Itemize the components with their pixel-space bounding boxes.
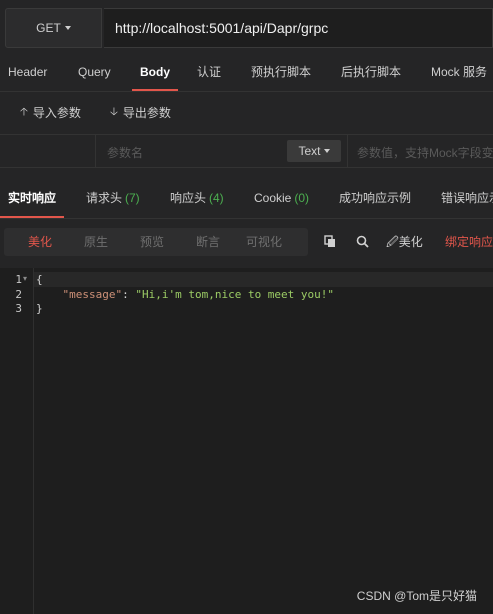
method-label: GET	[36, 21, 61, 35]
tab-request-headers[interactable]: 请求头 (7)	[86, 180, 140, 218]
close-brace: }	[36, 302, 43, 315]
param-row: 参数名 Text 参数值，支持Mock字段变	[0, 134, 493, 168]
view-raw[interactable]: 原生	[84, 228, 108, 256]
url-input[interactable]: http://localhost:5001/api/Dapr/grpc	[104, 8, 493, 48]
param-type-select[interactable]: Text	[287, 140, 341, 162]
response-editor[interactable]: 1 ▾ 2 3 { "message": "Hi,i'm tom,nice to…	[0, 268, 493, 614]
beautify-button[interactable]: 🖉美化	[386, 228, 423, 256]
arrow-down-icon: 🡣	[110, 105, 118, 118]
tab-response-headers[interactable]: 响应头 (4)	[170, 180, 224, 218]
chevron-down-icon	[64, 26, 71, 30]
magic-wand-icon: 🖉	[386, 235, 399, 249]
tab-label: 响应头	[170, 191, 207, 205]
arrow-up-icon: 🡡	[20, 105, 28, 118]
tab-error-example[interactable]: 错误响应示	[441, 180, 493, 218]
view-assert[interactable]: 断言	[196, 228, 220, 256]
code-line: }	[36, 302, 43, 315]
tab-body[interactable]: Body	[132, 56, 178, 91]
line-number: 3	[15, 302, 22, 315]
param-type-label: Text	[298, 144, 321, 158]
count-badge: (4)	[209, 191, 224, 205]
param-enable-cell	[0, 135, 96, 167]
code-line: {	[36, 273, 43, 286]
copy-icon[interactable]	[324, 228, 337, 256]
view-visualize[interactable]: 可视化	[246, 228, 282, 256]
json-colon: :	[122, 288, 136, 301]
count-badge: (7)	[125, 191, 140, 205]
tab-success-example[interactable]: 成功响应示例	[339, 180, 411, 218]
tab-query[interactable]: Query	[78, 56, 111, 91]
beautify-label: 美化	[398, 235, 423, 249]
body-toolbar: 🡡 导入参数 🡣 导出参数	[0, 92, 493, 134]
chevron-down-icon	[323, 149, 330, 153]
tab-post-script[interactable]: 后执行脚本	[341, 56, 401, 91]
tab-label: Cookie	[254, 191, 292, 205]
tab-label: 请求头	[86, 191, 123, 205]
tab-auth[interactable]: 认证	[197, 56, 221, 91]
json-key: "message"	[62, 288, 123, 301]
line-number: 1	[15, 273, 22, 286]
response-tabs: 实时响应 请求头 (7) 响应头 (4) Cookie (0) 成功响应示例 错误响应…	[0, 180, 493, 219]
tab-realtime-response[interactable]: 实时响应	[0, 180, 65, 218]
url-text: http://localhost:5001/api/Dapr/grpc	[115, 20, 329, 36]
current-line-highlight	[34, 272, 493, 287]
param-name-input[interactable]: 参数名	[107, 144, 143, 161]
bind-response-button[interactable]: 绑定响应	[445, 228, 493, 256]
view-preview[interactable]: 预览	[140, 228, 164, 256]
open-brace: {	[36, 273, 43, 286]
count-badge: (0)	[294, 191, 310, 205]
code-line: "message": "Hi,i'm tom,nice to meet you!…	[36, 288, 335, 301]
tab-pre-script[interactable]: 预执行脚本	[251, 56, 311, 91]
view-pretty[interactable]: 美化	[28, 228, 52, 256]
column-divider	[347, 135, 348, 167]
url-bar: GET http://localhost:5001/api/Dapr/grpc	[0, 0, 493, 56]
tab-header[interactable]: Header	[8, 56, 47, 91]
param-value-input[interactable]: 参数值，支持Mock字段变	[357, 144, 493, 161]
request-tabs: Header Query Body 认证 预执行脚本 后执行脚本 Mock 服务	[0, 56, 493, 92]
export-params-label: 导出参数	[122, 105, 171, 120]
tab-mock-service[interactable]: Mock 服务	[431, 56, 487, 91]
import-params-button[interactable]: 🡡 导入参数	[20, 92, 81, 132]
view-mode-segmented: 美化 原生 预览 断言 可视化	[4, 228, 308, 256]
fold-chevron-icon[interactable]: ▾	[23, 274, 27, 283]
watermark: CSDN @Tom是只好猫	[356, 589, 477, 603]
line-gutter: 1 ▾ 2 3	[0, 268, 34, 614]
tab-cookie[interactable]: Cookie (0)	[254, 180, 309, 218]
import-params-label: 导入参数	[32, 105, 81, 120]
line-number: 2	[15, 288, 22, 301]
method-select[interactable]: GET	[5, 8, 102, 48]
json-string-value: "Hi,i'm tom,nice to meet you!"	[135, 288, 335, 301]
search-icon[interactable]	[356, 228, 369, 256]
export-params-button[interactable]: 🡣 导出参数	[110, 92, 171, 132]
view-mode-bar: 美化 原生 预览 断言 可视化 🖉美化 绑定响应	[0, 228, 493, 258]
